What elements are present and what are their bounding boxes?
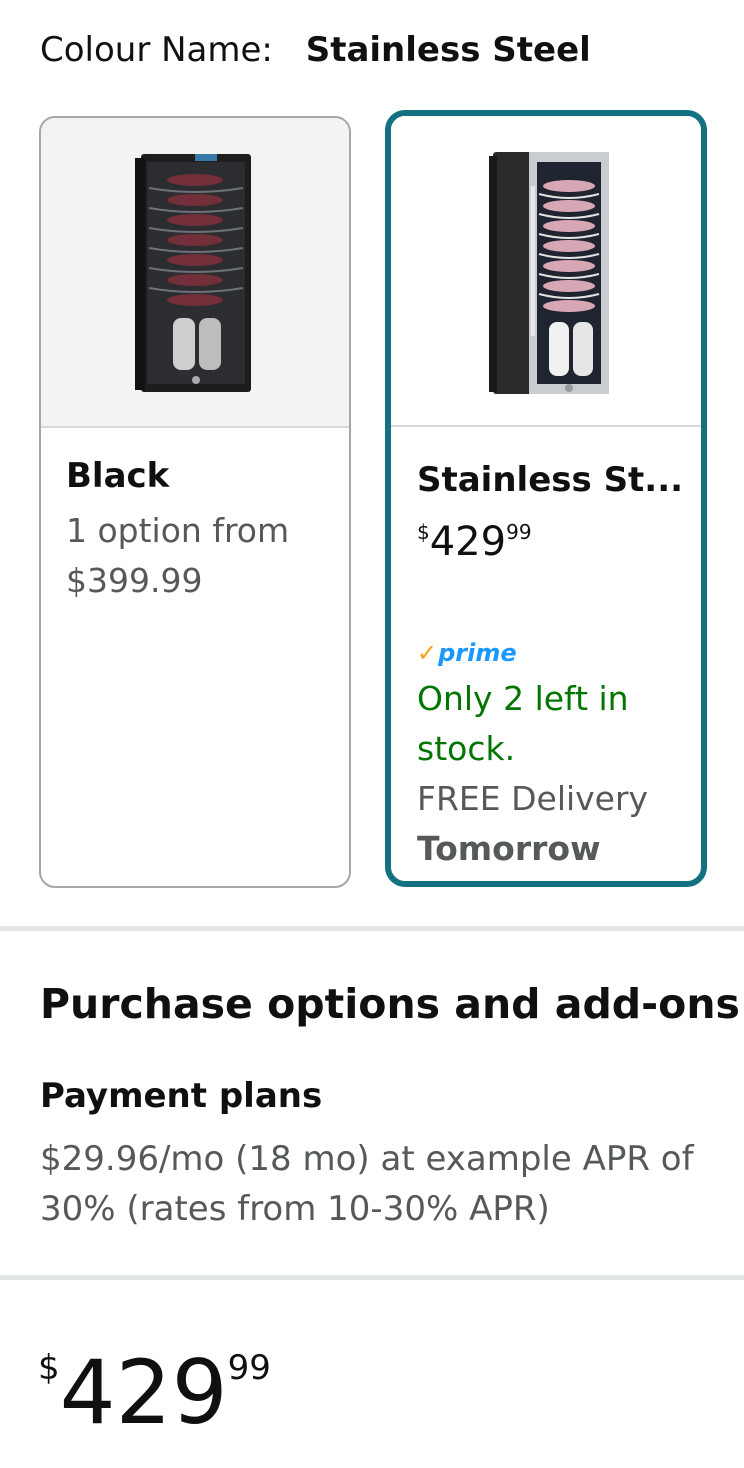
prime-label: prime: [438, 639, 517, 667]
wine-fridge-stainless-image: [489, 152, 609, 394]
stock-status: Only 2 left in stock.: [417, 679, 629, 768]
main-price: $42999: [38, 1318, 271, 1468]
main-price-fraction: 99: [227, 1348, 271, 1388]
price-fraction: 99: [506, 520, 532, 544]
delivery-text: FREE Delivery: [417, 779, 649, 818]
option-name: Stainless St...: [417, 460, 684, 500]
option-price-from: $399.99: [66, 561, 203, 600]
option-details-stainless: Stainless St... $42999 ✓prime Only 2 lef…: [417, 458, 691, 874]
colour-name-value: Stainless Steel: [305, 30, 591, 70]
price-currency: $: [417, 520, 430, 544]
main-price-currency: $: [38, 1348, 60, 1388]
payment-plans-text[interactable]: $29.96/mo (18 mo) at example APR of 30% …: [40, 1134, 730, 1234]
section-divider: [0, 1275, 744, 1280]
option-availability: 1 option from: [66, 511, 290, 550]
prime-check-icon: ✓: [417, 639, 438, 667]
section-divider: [0, 926, 744, 931]
wine-fridge-black-image: [135, 154, 251, 392]
delivery-day: Tomorrow: [417, 829, 601, 868]
price-whole: 429: [429, 519, 507, 565]
payment-plans-title[interactable]: Payment plans: [40, 1074, 322, 1118]
option-price: $42999: [417, 510, 691, 572]
colour-option-stainless-steel[interactable]: Stainless St... $42999 ✓prime Only 2 lef…: [385, 110, 707, 887]
purchase-options-title: Purchase options and add-ons: [40, 980, 740, 1028]
main-price-whole: 429: [59, 1341, 228, 1444]
option-name: Black: [66, 456, 170, 496]
product-image-stainless: [391, 116, 701, 427]
prime-badge: ✓prime: [417, 638, 691, 668]
colour-option-black[interactable]: Black 1 option from $399.99: [39, 116, 351, 888]
colour-name-label: Colour Name:: [40, 30, 273, 70]
colour-name-row: Colour Name: Stainless Steel: [40, 28, 591, 72]
option-details-black: Black 1 option from $399.99: [66, 454, 339, 606]
product-image-black: [41, 118, 349, 428]
